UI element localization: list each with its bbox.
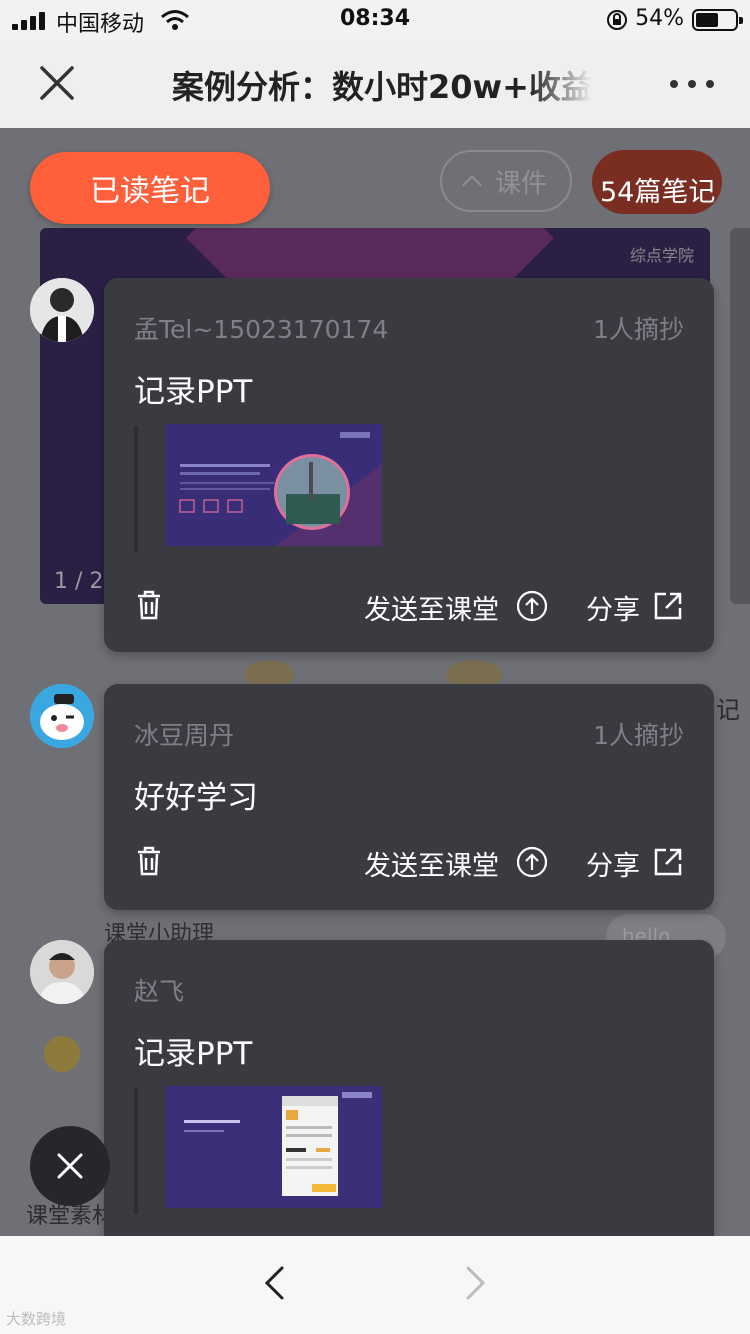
upload-circle-icon[interactable] <box>516 590 548 622</box>
send-to-class-button[interactable]: 发送至课堂 <box>364 588 499 627</box>
notes-count[interactable]: 54篇笔记 <box>600 170 715 209</box>
status-bar: 中国移动 08:34 54% <box>0 0 750 40</box>
coin-icon <box>44 1036 80 1072</box>
avatar[interactable] <box>30 684 94 748</box>
side-text: 记 <box>716 696 740 724</box>
quote-line <box>134 426 138 552</box>
read-notes-button[interactable]: 已读笔记 <box>30 152 270 224</box>
chevron-up-icon <box>462 175 482 195</box>
note-content: 记录PPT <box>134 374 253 410</box>
watermark: 大数跨境 <box>6 1310 67 1328</box>
excerpt-count: 1人摘抄 <box>593 721 684 750</box>
quote-line <box>134 1088 138 1214</box>
slide-brand: 综点学院 <box>629 246 694 265</box>
rotation-lock-icon <box>607 10 627 30</box>
battery-icon <box>692 9 743 31</box>
share-icon[interactable] <box>652 846 684 878</box>
note-author[interactable]: 赵飞 <box>134 972 184 1008</box>
upload-circle-icon[interactable] <box>516 846 548 878</box>
note-author[interactable]: 冰豆周丹 <box>134 716 234 752</box>
share-button[interactable]: 分享 <box>586 844 640 883</box>
courseware-chip: 课件 <box>440 150 572 212</box>
share-icon[interactable] <box>652 590 684 622</box>
note-card[interactable]: 冰豆周丹 1人摘抄 好好学习 发送至课堂 分享 <box>104 684 714 910</box>
send-to-class-button[interactable]: 发送至课堂 <box>364 844 499 883</box>
ppt-thumbnail[interactable] <box>166 1086 382 1208</box>
page-title: 案例分析：数小时20w+收益 <box>172 68 592 106</box>
browser-nav-bar: 大数跨境 <box>0 1236 750 1334</box>
close-icon <box>57 1153 83 1179</box>
excerpt-count: 1人摘抄 <box>593 315 684 344</box>
battery-percent: 54% <box>635 6 684 31</box>
title-bar: 案例分析：数小时20w+收益 <box>0 40 750 128</box>
note-actions: 发送至课堂 分享 <box>104 580 714 630</box>
note-content: 记录PPT <box>134 1036 253 1072</box>
avatar[interactable] <box>30 278 94 342</box>
note-author[interactable]: 孟Tel~15023170174 <box>134 310 388 346</box>
note-content: 好好学习 <box>134 780 258 816</box>
back-arrow-icon[interactable] <box>262 1266 288 1300</box>
ppt-thumbnail[interactable] <box>166 424 382 546</box>
slide-page-indicator: 1 / 2 <box>54 569 104 594</box>
close-panel-button[interactable] <box>30 1126 110 1206</box>
note-actions: 发送至课堂 分享 <box>104 836 714 886</box>
share-button[interactable]: 分享 <box>586 588 640 627</box>
trash-icon[interactable] <box>136 846 162 876</box>
side-card <box>730 228 750 604</box>
forward-arrow-icon[interactable] <box>462 1266 488 1300</box>
avatar[interactable] <box>30 940 94 1004</box>
note-card[interactable]: 孟Tel~15023170174 1人摘抄 记录PPT 发送至课堂 分享 <box>104 278 714 652</box>
note-card[interactable]: 赵飞 记录PPT <box>104 940 714 1240</box>
trash-icon[interactable] <box>136 590 162 620</box>
close-icon[interactable] <box>36 62 78 104</box>
more-icon[interactable] <box>670 70 714 94</box>
